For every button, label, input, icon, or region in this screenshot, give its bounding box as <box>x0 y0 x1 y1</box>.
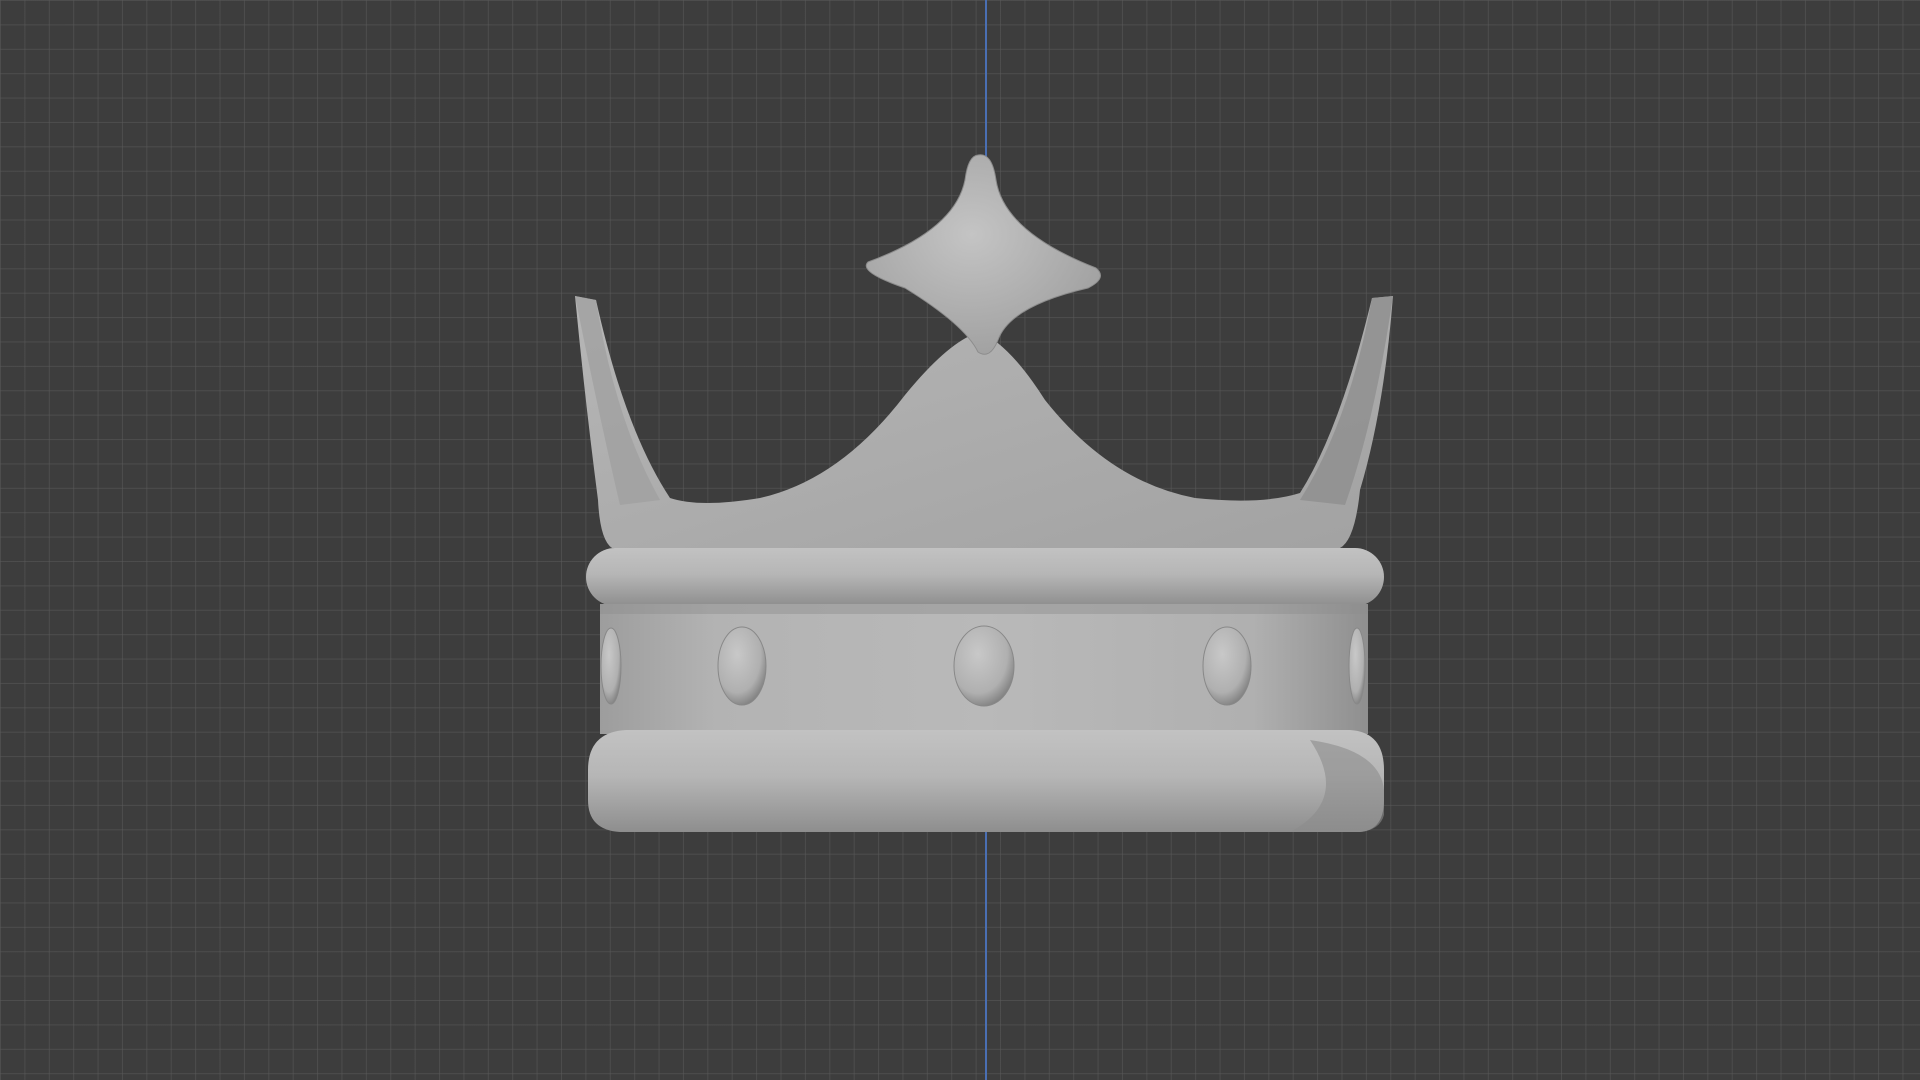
lower-ring <box>588 730 1384 832</box>
upper-ring <box>586 548 1384 606</box>
3d-viewport[interactable] <box>0 0 1920 1080</box>
gem-1 <box>600 627 622 705</box>
band-top-shadow <box>600 604 1368 614</box>
crown-model[interactable] <box>0 0 1920 1080</box>
gem-4 <box>1202 626 1252 706</box>
gem-2 <box>717 626 767 706</box>
gem-3 <box>953 625 1015 707</box>
gem-5 <box>1348 627 1366 705</box>
star-ornament <box>865 154 1101 355</box>
